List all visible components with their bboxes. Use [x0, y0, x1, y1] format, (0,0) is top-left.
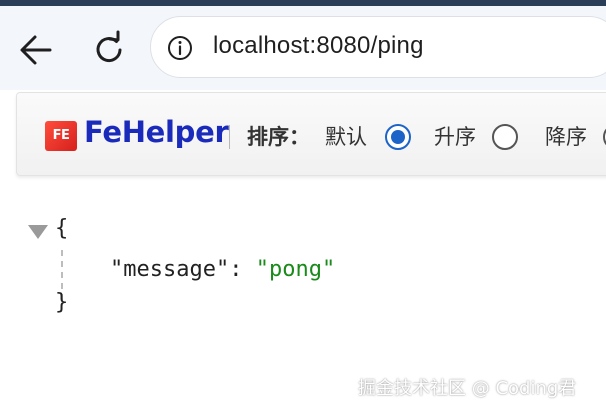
json-colon: :	[229, 257, 243, 282]
json-string-value: "pong"	[255, 257, 336, 282]
sort-label: 排序：	[247, 125, 310, 149]
info-icon[interactable]	[167, 35, 193, 61]
collapse-triangle-icon[interactable]	[27, 224, 49, 240]
watermark: 掘金技术社区 @ Coding君	[358, 378, 577, 399]
reload-button[interactable]	[88, 28, 132, 72]
sort-option-asc-label[interactable]: 升序	[434, 121, 476, 151]
fehelper-title[interactable]: FeHelper	[84, 115, 229, 149]
address-bar[interactable]: localhost:8080/ping	[150, 16, 606, 78]
sort-option-default-radio[interactable]	[385, 124, 411, 150]
json-close-brace: }	[55, 290, 69, 315]
toolbar-divider	[229, 125, 230, 149]
json-entry: "message": "pong"	[110, 257, 335, 282]
sort-option-default-label[interactable]: 默认	[325, 121, 367, 151]
json-key: "message"	[110, 257, 230, 282]
fehelper-toolbar: FE FeHelper 排序： 默认 升序 降序	[16, 92, 606, 176]
back-button[interactable]	[16, 30, 60, 70]
fehelper-logo: FE	[45, 121, 77, 151]
json-viewer: { "message": "pong" }	[0, 200, 606, 340]
json-open-brace: {	[55, 216, 69, 241]
reload-icon	[96, 30, 122, 63]
back-arrow-icon	[20, 35, 52, 65]
sort-option-desc-label[interactable]: 降序	[545, 121, 587, 151]
sort-option-asc-radio[interactable]	[492, 124, 518, 150]
browser-toolbar: localhost:8080/ping	[0, 6, 606, 90]
url-text[interactable]: localhost:8080/ping	[213, 32, 424, 60]
